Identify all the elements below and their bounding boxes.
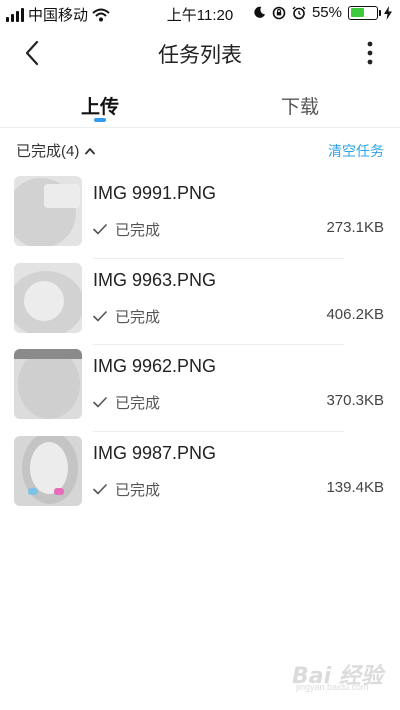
battery-icon [348, 5, 381, 20]
status-label: 已完成 [115, 481, 161, 499]
file-size: 273.1KB [326, 219, 384, 236]
clear-tasks-button[interactable]: 清空任务 [328, 141, 384, 161]
charging-bolt-icon [384, 5, 392, 20]
checkmark-icon [93, 397, 107, 408]
task-row[interactable]: IMG 9962.PNG 已完成 370.3KB [0, 345, 400, 432]
alarm-icon [292, 6, 306, 19]
more-options-button[interactable] [358, 38, 382, 68]
status-label: 已完成 [115, 308, 161, 326]
chevron-left-icon [25, 40, 39, 66]
checkmark-icon [93, 224, 107, 235]
file-name: IMG 9987.PNG [93, 442, 217, 463]
thumbnail-image [14, 349, 82, 419]
task-status: 已完成 [93, 306, 160, 327]
completed-section-title: 已完成(4) [16, 143, 80, 160]
completed-section-header: 已完成(4) 清空任务 [0, 140, 400, 162]
tab-upload[interactable]: 上传 [80, 92, 120, 119]
thumbnail-image [14, 176, 82, 246]
task-list: IMG 9991.PNG 已完成 273.1KB IMG 9963.PNG 已完… [0, 172, 400, 518]
task-status: 已完成 [93, 392, 160, 413]
baidu-jingyan-watermark: Bai 经验 jingyan.baidu.com [286, 652, 386, 694]
nav-bar: 任务列表 [0, 26, 400, 80]
thumbnail-image [14, 262, 82, 333]
status-label: 已完成 [115, 222, 161, 239]
task-row[interactable]: IMG 9987.PNG 已完成 139.4KB [0, 432, 400, 519]
task-status: 已完成 [93, 219, 160, 240]
back-button[interactable] [18, 38, 48, 68]
moon-icon [254, 6, 266, 18]
status-bar: 中国移动 上午11:20 55% [0, 0, 400, 26]
battery-percent: 55% [311, 4, 342, 21]
task-status: 已完成 [93, 479, 160, 500]
more-vertical-icon [367, 41, 373, 65]
tab-download[interactable]: 下载 [280, 92, 320, 119]
task-row[interactable]: IMG 9991.PNG 已完成 273.1KB [0, 172, 400, 259]
task-tabs: 上传 下载 [0, 82, 400, 128]
completed-section-toggle[interactable]: 已完成(4) [16, 140, 96, 161]
status-label: 已完成 [115, 395, 161, 412]
status-bar-right: 55% [253, 4, 392, 21]
checkmark-icon [93, 483, 107, 494]
file-name: IMG 9991.PNG [93, 183, 217, 203]
watermark-url: jingyan.baidu.com [296, 682, 369, 692]
active-tab-indicator [94, 118, 106, 122]
rotation-lock-icon [272, 6, 286, 19]
task-row[interactable]: IMG 9963.PNG 已完成 406.2KB [0, 259, 400, 345]
checkmark-icon [93, 310, 107, 321]
page-title: 任务列表 [158, 44, 242, 67]
file-name: IMG 9962.PNG [93, 356, 217, 376]
chevron-up-icon [85, 147, 96, 154]
battery-level [350, 8, 365, 17]
thumbnail-image [14, 435, 82, 506]
file-size: 139.4KB [326, 478, 384, 496]
file-size: 406.2KB [326, 305, 384, 323]
file-name: IMG 9963.PNG [93, 269, 217, 290]
file-size: 370.3KB [326, 392, 384, 409]
